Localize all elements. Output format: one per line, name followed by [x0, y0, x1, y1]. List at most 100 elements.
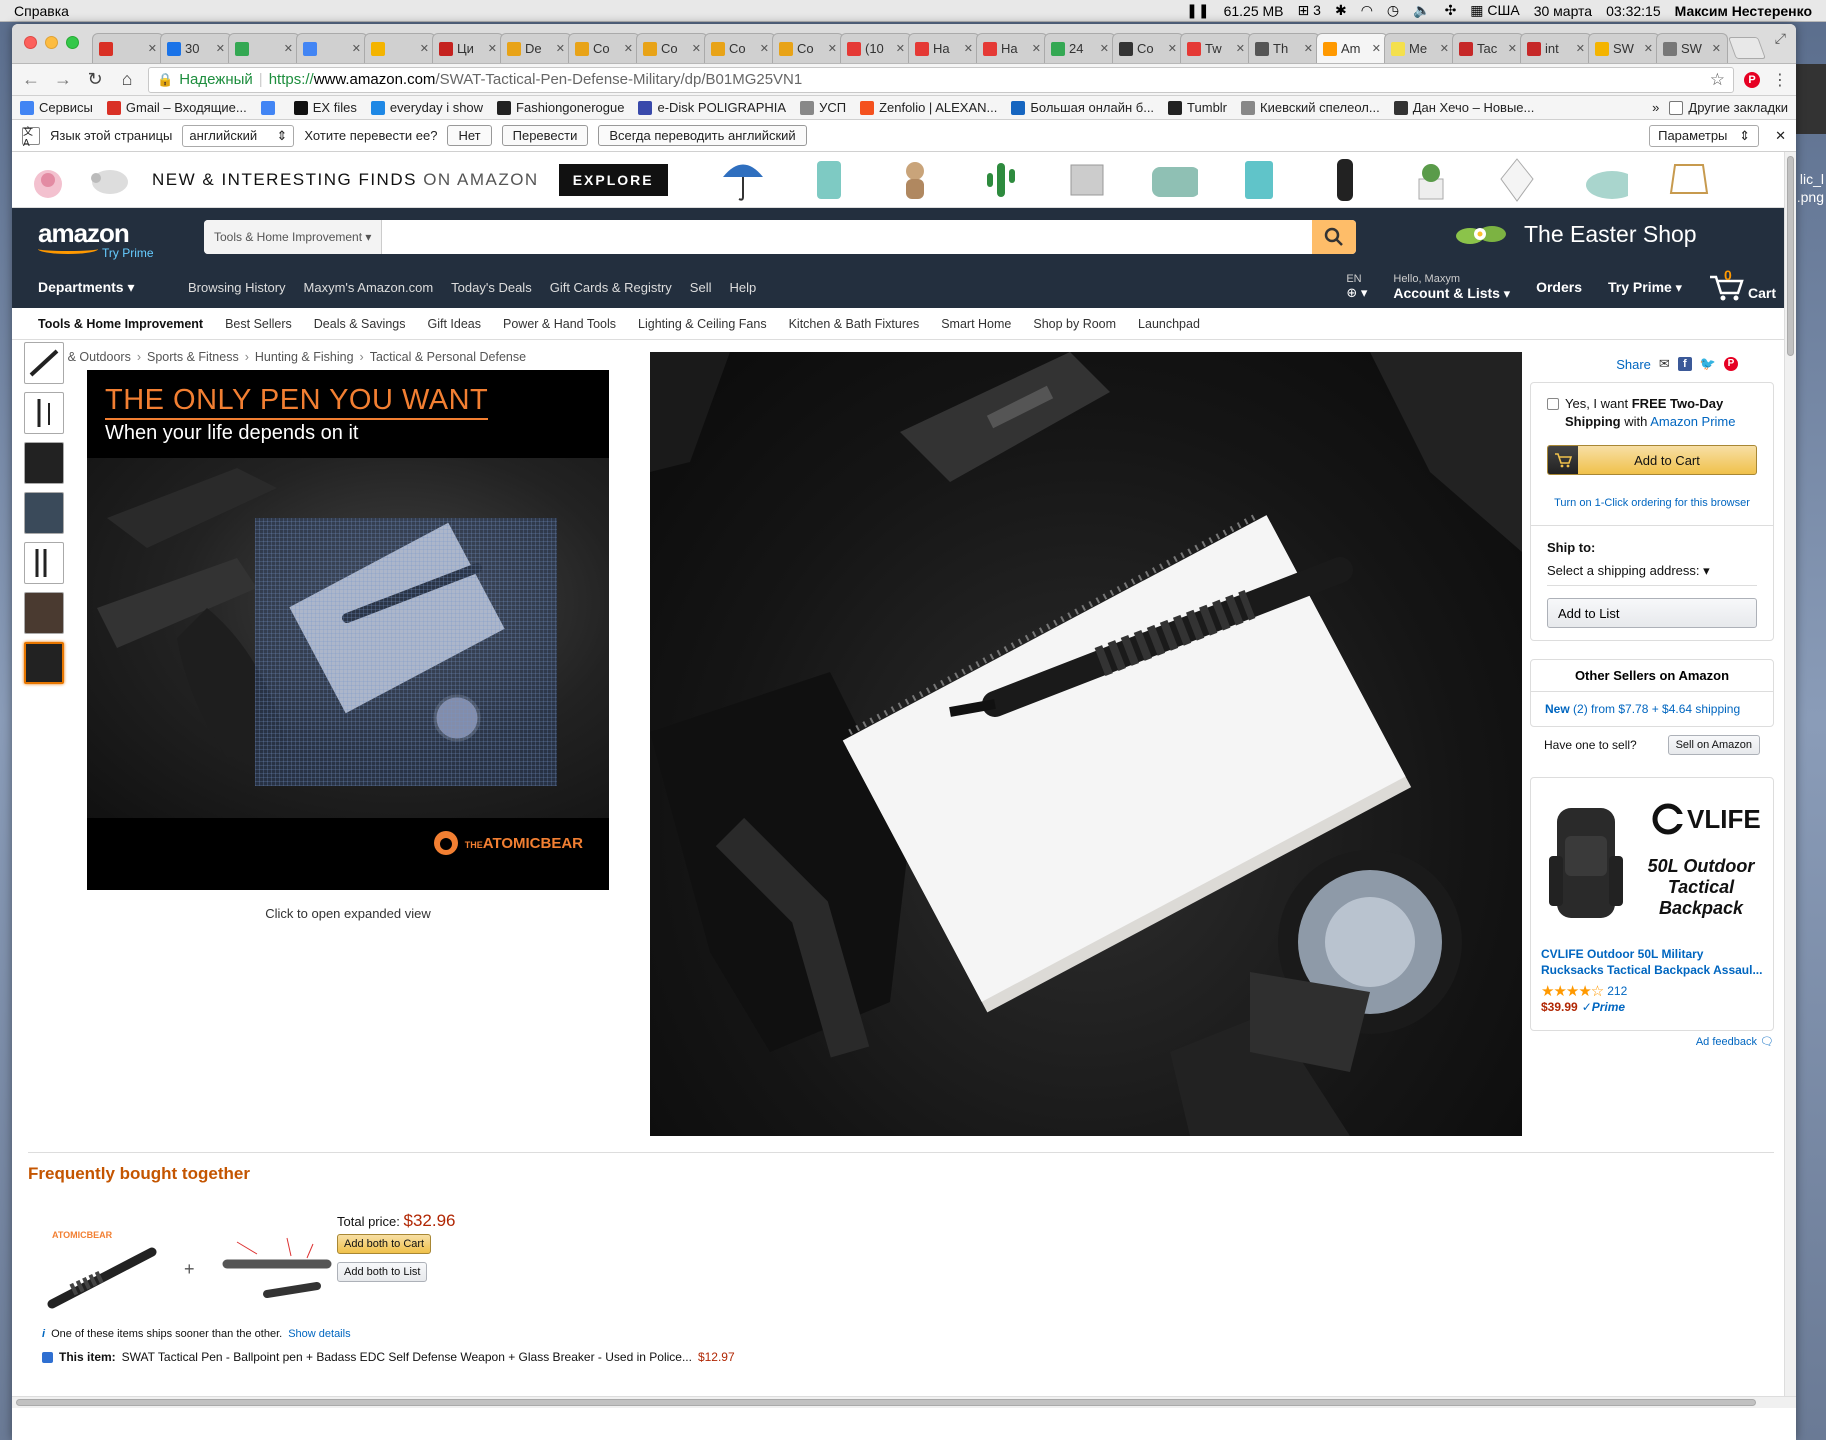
bluetooth-icon[interactable]: ✱ — [1335, 2, 1347, 19]
planter-product-icon[interactable] — [1406, 157, 1456, 203]
one-click-link[interactable]: Turn on 1-Click ordering for this browse… — [1547, 497, 1757, 509]
subnav-item[interactable]: Gift Ideas — [428, 317, 482, 331]
translate-no-button[interactable]: Нет — [447, 125, 492, 146]
browser-tab[interactable]: Tw ✕ — [1180, 33, 1252, 63]
fbt-item-pen[interactable]: ATOMICBEAR — [42, 1224, 162, 1314]
bookmark-item[interactable]: Fashiongonerogue — [497, 100, 624, 115]
browser-tab[interactable]: Co ✕ — [772, 33, 844, 63]
browser-tab[interactable]: int ✕ — [1520, 33, 1592, 63]
search-input[interactable] — [382, 220, 1312, 254]
memory-indicator[interactable]: 61.25 MB — [1224, 3, 1284, 19]
facebook-share-icon[interactable]: f — [1677, 357, 1692, 371]
volume-icon[interactable]: 🔈 — [1413, 2, 1430, 19]
home-button[interactable]: ⌂ — [116, 69, 138, 90]
subnav-item[interactable]: Smart Home — [941, 317, 1011, 331]
tab-close-icon[interactable]: ✕ — [1236, 42, 1245, 55]
subnav-item[interactable]: Best Sellers — [225, 317, 292, 331]
close-window-button[interactable] — [24, 36, 37, 49]
thumbnail-7-selected[interactable] — [24, 642, 64, 684]
translate-close-icon[interactable]: ✕ — [1775, 128, 1786, 144]
try-prime-menu[interactable]: Try Prime ▾ — [1608, 279, 1682, 296]
free-shipping-checkbox[interactable] — [1547, 398, 1559, 410]
language-selector[interactable]: EN ⊕ ▾ — [1346, 273, 1367, 301]
browser-tab[interactable]: (10 ✕ — [840, 33, 912, 63]
browser-tab[interactable]: Co ✕ — [1112, 33, 1184, 63]
fbt-item-diagram[interactable] — [217, 1224, 337, 1314]
show-details-link[interactable]: Show details — [288, 1328, 350, 1340]
tumbler-product-icon[interactable] — [804, 157, 854, 203]
tab-close-icon[interactable]: ✕ — [148, 42, 157, 55]
tab-close-icon[interactable]: ✕ — [964, 42, 973, 55]
desktop-file-label[interactable]: lic_l .png — [1794, 170, 1824, 206]
shipping-address-select[interactable]: Select a shipping address: ▾ — [1547, 563, 1757, 586]
tab-close-icon[interactable]: ✕ — [420, 42, 429, 55]
tab-close-icon[interactable]: ✕ — [1100, 42, 1109, 55]
menu-help[interactable]: Справка — [14, 3, 69, 19]
clock-date[interactable]: 30 марта — [1534, 3, 1592, 19]
minimize-window-button[interactable] — [45, 36, 58, 49]
tab-close-icon[interactable]: ✕ — [1304, 42, 1313, 55]
translate-lang-select[interactable]: английский ⇕ — [182, 124, 295, 147]
free-shipping-option[interactable]: Yes, I want FREE Two-Day Shipping with A… — [1547, 395, 1757, 431]
browser-tab[interactable]: ✕ — [92, 33, 164, 63]
pause-icon[interactable]: ❚❚ — [1186, 2, 1209, 19]
tab-close-icon[interactable]: ✕ — [352, 42, 361, 55]
cart-link[interactable]: 0 Cart — [1708, 267, 1776, 301]
more-bookmarks-icon[interactable]: » — [1652, 100, 1659, 115]
browser-tab[interactable]: Ha ✕ — [976, 33, 1048, 63]
twitter-share-icon[interactable]: 🐦 — [1700, 356, 1716, 372]
bookmark-item[interactable]: УСП — [800, 100, 846, 115]
amazon-logo[interactable]: amazon Try Prime — [38, 218, 154, 260]
thumbnail-6[interactable] — [24, 592, 64, 634]
thumbnail-5[interactable] — [24, 542, 64, 584]
bookmark-item[interactable]: Большая онлайн б... — [1011, 100, 1154, 115]
browser-tab[interactable]: Co ✕ — [568, 33, 640, 63]
add-to-list-button[interactable]: Add to List — [1547, 598, 1757, 628]
tab-close-icon[interactable]: ✕ — [216, 42, 225, 55]
new-tab-button[interactable] — [1727, 37, 1767, 59]
tab-close-icon[interactable]: ✕ — [1440, 42, 1449, 55]
menu-kebab-icon[interactable]: ⋮ — [1772, 70, 1788, 90]
subnav-item[interactable]: Kitchen & Bath Fixtures — [789, 317, 920, 331]
translate-params-select[interactable]: Параметры ⇕ — [1649, 124, 1760, 147]
browser-tab[interactable]: Am ✕ — [1316, 33, 1388, 63]
breadcrumb-item[interactable]: Sports & Fitness — [147, 350, 239, 364]
browser-tab[interactable]: Th ✕ — [1248, 33, 1320, 63]
explore-button[interactable]: EXPLORE — [558, 163, 668, 196]
browser-tab[interactable]: 30 ✕ — [160, 33, 232, 63]
thumbnail-2[interactable] — [24, 392, 64, 434]
tab-close-icon[interactable]: ✕ — [624, 42, 633, 55]
breadcrumb-item[interactable]: Hunting & Fishing — [255, 350, 354, 364]
tab-close-icon[interactable]: ✕ — [828, 42, 837, 55]
bookmark-item[interactable]: Tumblr — [1168, 100, 1227, 115]
email-share-icon[interactable]: ✉ — [1659, 356, 1670, 372]
subnav-item[interactable]: Shop by Room — [1033, 317, 1116, 331]
sponsored-ad[interactable]: VLIFE 50L Outdoor Tactical Backpack CVLI… — [1530, 777, 1774, 1031]
browser-tab[interactable]: Co ✕ — [636, 33, 708, 63]
browser-tab[interactable]: ✕ — [228, 33, 300, 63]
vertical-scrollbar[interactable] — [1784, 152, 1796, 1408]
zoom-window-button[interactable] — [66, 36, 79, 49]
nav-link[interactable]: Help — [729, 280, 756, 295]
tab-close-icon[interactable]: ✕ — [1168, 42, 1177, 55]
bookmark-item[interactable] — [260, 100, 280, 115]
tab-close-icon[interactable]: ✕ — [1644, 42, 1653, 55]
speaker-product-icon[interactable] — [1320, 157, 1370, 203]
bookmark-item[interactable]: EX files — [293, 100, 357, 115]
forward-button[interactable]: → — [52, 69, 74, 90]
tab-close-icon[interactable]: ✕ — [1372, 42, 1381, 55]
tab-close-icon[interactable]: ✕ — [896, 42, 905, 55]
whale-product-icon[interactable] — [1578, 157, 1628, 203]
time-machine-icon[interactable]: ◷ — [1387, 2, 1399, 19]
browser-tab[interactable]: ✕ — [364, 33, 436, 63]
promo-banner[interactable]: NEW & INTERESTING FINDS ON AMAZON EXPLOR… — [12, 152, 1796, 208]
tab-close-icon[interactable]: ✕ — [1576, 42, 1585, 55]
ad-product-title[interactable]: CVLIFE Outdoor 50L Military Rucksacks Ta… — [1541, 946, 1767, 978]
add-both-to-cart-button[interactable]: Add both to Cart — [337, 1234, 432, 1254]
horizontal-scrollbar[interactable] — [12, 1396, 1796, 1408]
thumbnail-4[interactable] — [24, 492, 64, 534]
nav-link[interactable]: Browsing History — [188, 280, 286, 295]
bookmark-item[interactable]: Zenfolio | ALEXAN... — [860, 100, 997, 115]
ad-rating[interactable]: ★★★★☆ 212 — [1541, 982, 1627, 1000]
bookmark-item[interactable]: Киевский спелеол... — [1241, 100, 1380, 115]
